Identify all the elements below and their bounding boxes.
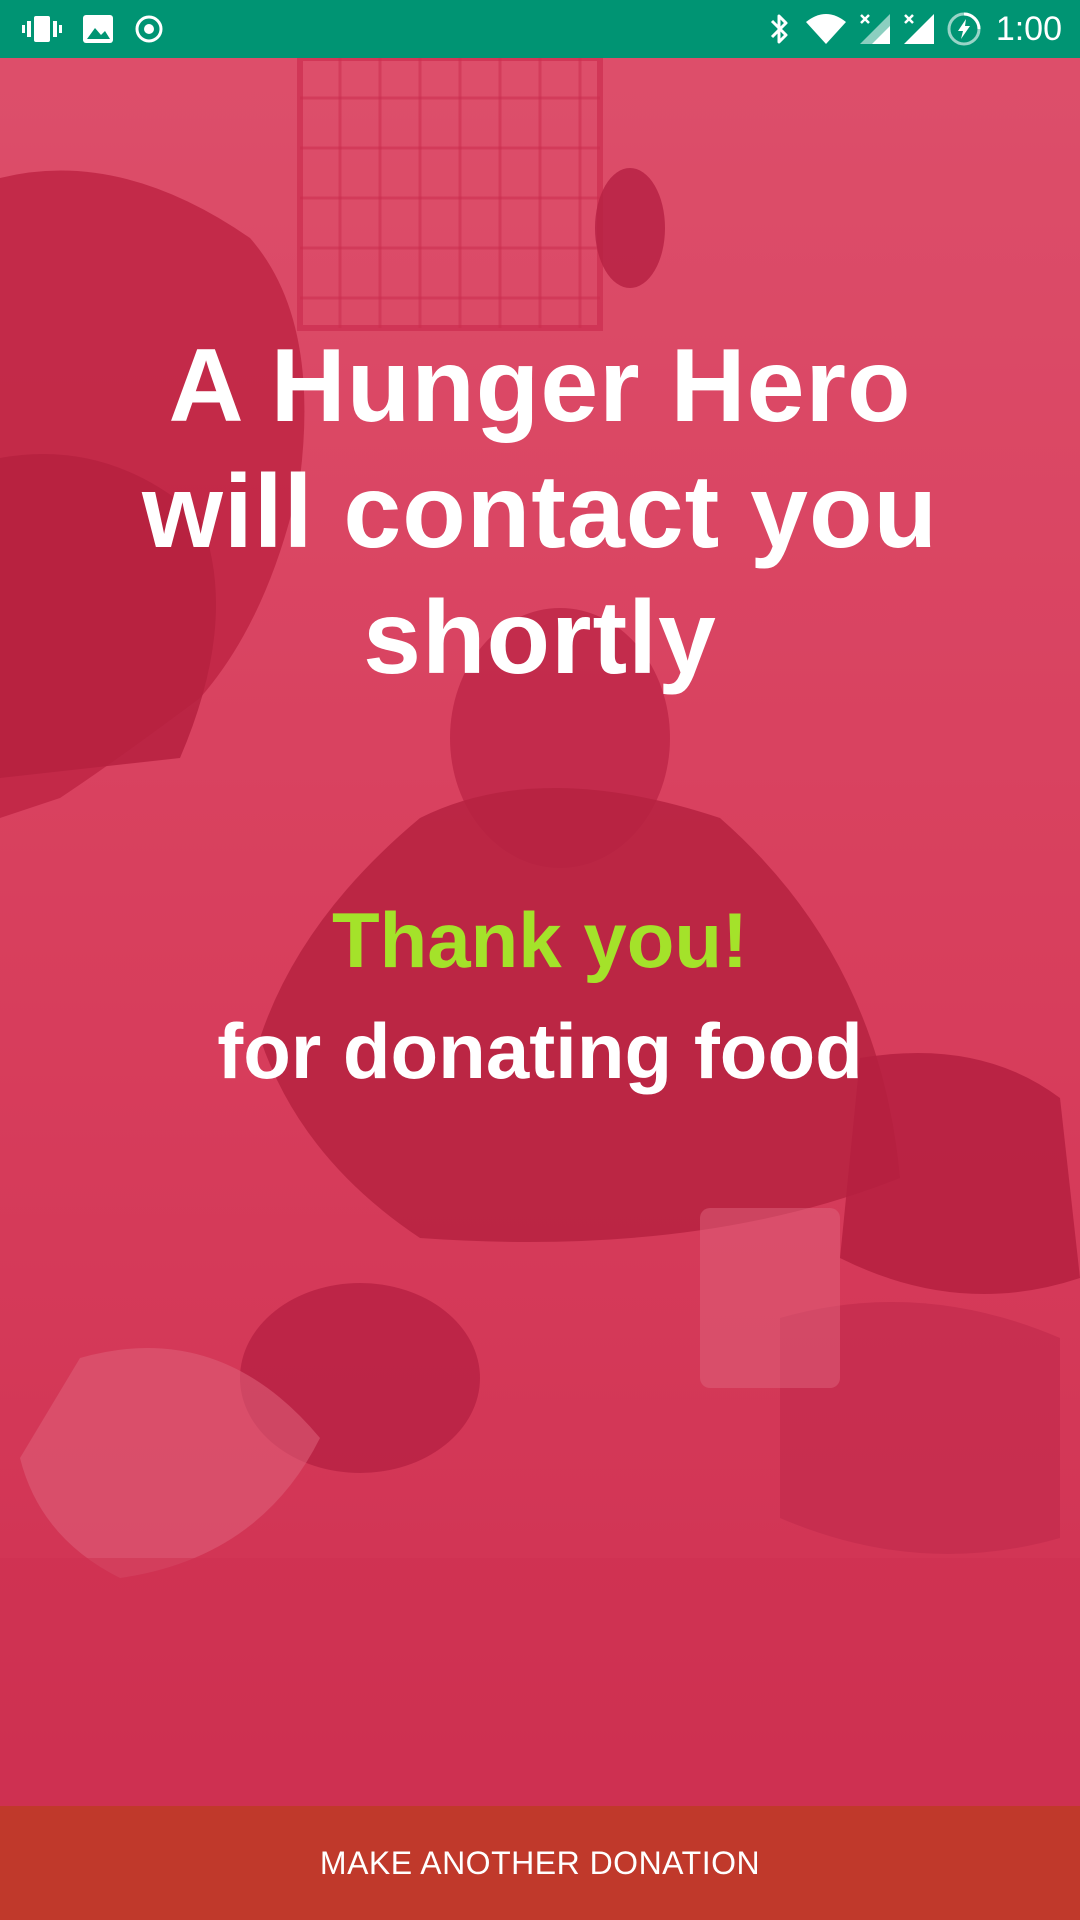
confirmation-content: A Hunger Hero will contact you shortly T… <box>0 58 1080 1806</box>
status-right-icons: 1:00 <box>766 0 1062 58</box>
bluetooth-icon <box>766 11 794 47</box>
battery-charging-icon <box>946 11 982 47</box>
signal-x-icon <box>902 12 936 46</box>
vibrate-icon <box>22 14 62 44</box>
headline: A Hunger Hero will contact you shortly <box>141 328 939 696</box>
status-time: 1:00 <box>995 9 1062 48</box>
thank-you-text: Thank you! <box>331 896 748 984</box>
thank-you-screen: 1:00 A Hunger Hero will contact you shor… <box>0 0 1080 1920</box>
wifi-icon <box>804 12 848 46</box>
make-another-donation-button[interactable]: MAKE ANOTHER DONATION <box>0 1806 1080 1920</box>
signal-x-icon <box>858 12 892 46</box>
donating-food-text: for donating food <box>217 1007 863 1095</box>
record-icon <box>134 14 164 44</box>
image-icon <box>82 14 114 44</box>
status-bar: 1:00 <box>0 0 1080 58</box>
status-left-icons <box>22 0 164 58</box>
